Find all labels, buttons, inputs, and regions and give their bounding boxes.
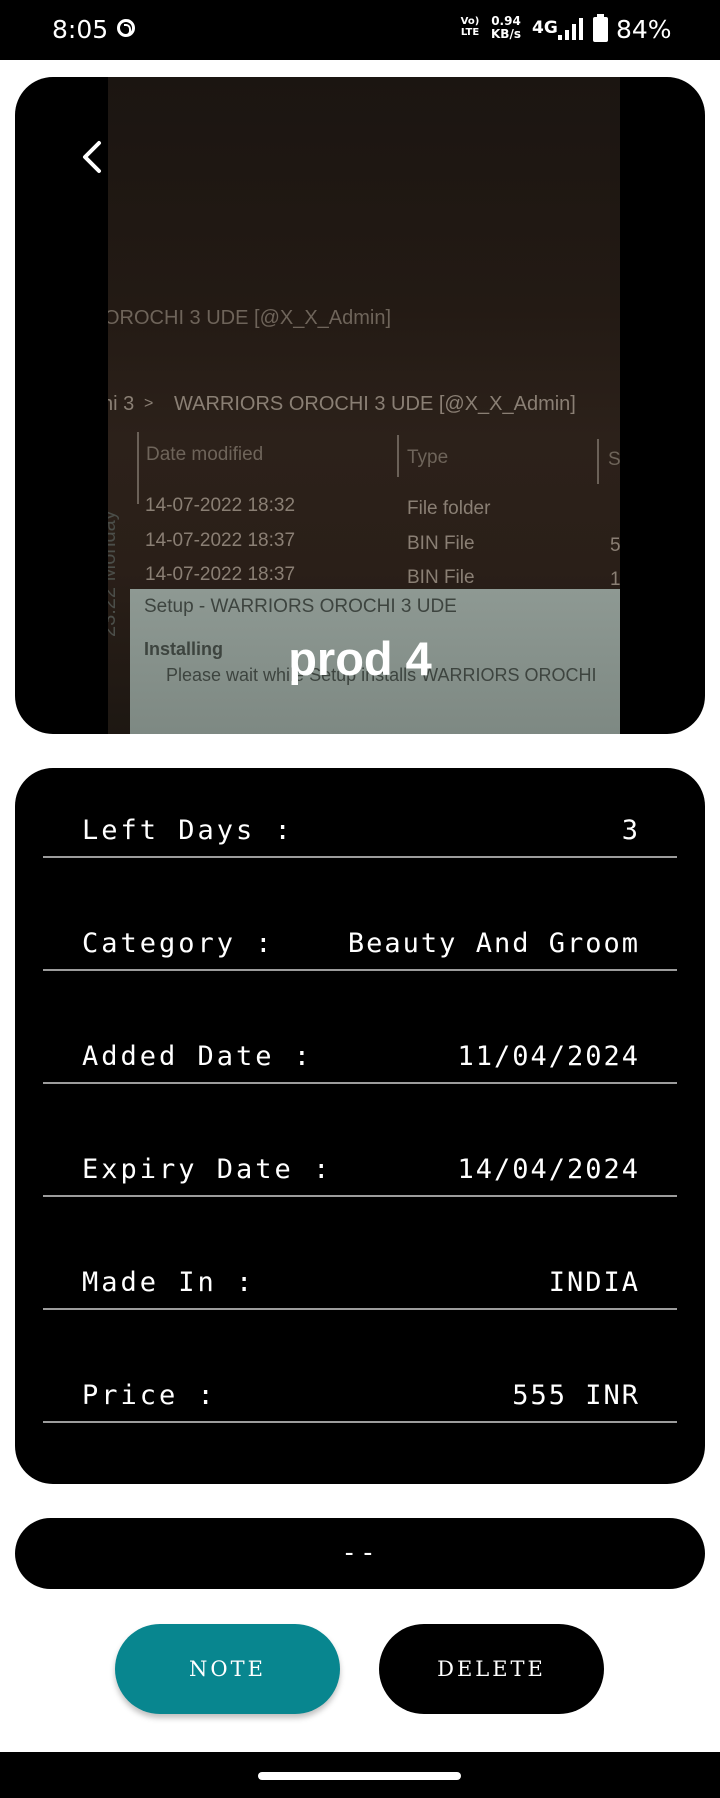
detail-row-expiry-date: Expiry Date : 14/04/2024 [43, 1107, 677, 1197]
detail-row-price: Price : 555 INR [43, 1333, 677, 1423]
detail-value: 555 INR [512, 1380, 640, 1411]
detail-value: 14/04/2024 [457, 1154, 640, 1185]
photo-breadcrumb-sep: > [144, 395, 154, 412]
photo-col-size: Siz [608, 449, 620, 470]
photo-row-date: 14-07-2022 18:37 [145, 564, 296, 585]
detail-value: INDIA [548, 1267, 640, 1298]
photo-row-type: BIN File [407, 533, 475, 554]
photo-breadcrumb-prefix: ni 3 [108, 393, 135, 415]
photo-column-divider [137, 432, 139, 504]
network-type: 4G [532, 18, 558, 38]
detail-label: Left Days : [82, 815, 294, 846]
detail-row-made-in: Made In : INDIA [43, 1220, 677, 1310]
detail-label: Added Date : [82, 1041, 314, 1072]
app-notification-icon [117, 19, 135, 37]
detail-row-left-days: Left Days : 3 [43, 768, 677, 858]
photo-col-date: Date modified [146, 444, 264, 465]
status-bar: 8:05 Vo) LTE 0.94 KB/s 4G 84% [0, 0, 720, 60]
product-title: prod 4 [288, 632, 432, 685]
navigation-bar [0, 1752, 720, 1798]
detail-label: Category : [82, 928, 275, 959]
battery-icon [593, 14, 608, 42]
photo-breadcrumb-folder: WARRIORS OROCHI 3 UDE [@X_X_Admin] [174, 393, 576, 415]
detail-label: Made In : [82, 1267, 256, 1298]
detail-label: Price : [82, 1380, 217, 1411]
photo-row-date: 14-07-2022 18:37 [145, 530, 296, 551]
photo-vertical-text: 23:22 Monday [108, 510, 120, 637]
photo-row-size: 18 [610, 569, 620, 590]
photo-window-title: OROCHI 3 UDE [@X_X_Admin] [108, 307, 392, 329]
photo-row-type: File folder [407, 498, 491, 519]
battery-percent: 84% [616, 15, 672, 44]
status-time: 8:05 [52, 15, 109, 44]
back-arrow-icon[interactable] [73, 137, 113, 177]
product-image-card: OROCHI 3 UDE [@X_X_Admin] ni 3 > WARRIOR… [15, 77, 705, 734]
photo-col-type: Type [407, 447, 449, 468]
photo-dialog-title: Setup - WARRIORS OROCHI 3 UDE [144, 596, 457, 617]
home-gesture-handle[interactable] [258, 1772, 461, 1780]
detail-label: Expiry Date : [82, 1154, 333, 1185]
photo-row-type: BIN File [407, 567, 475, 588]
network-speed: 0.94 KB/s [491, 14, 521, 41]
photo-column-divider [397, 435, 399, 477]
detail-value: 11/04/2024 [457, 1041, 640, 1072]
product-details-card: Left Days : 3 Category : Beauty And Groo… [15, 768, 705, 1484]
detail-value: Beauty And Groom [347, 928, 640, 959]
signal-icon [558, 18, 584, 40]
detail-row-category: Category : Beauty And Groom [43, 881, 677, 971]
note-button[interactable]: NOTE [115, 1624, 340, 1714]
photo-row-size: 58, [610, 535, 620, 556]
photo-column-divider [597, 439, 599, 484]
detail-row-added-date: Added Date : 11/04/2024 [43, 994, 677, 1084]
note-display[interactable]: -- [15, 1518, 705, 1589]
delete-button[interactable]: DELETE [379, 1624, 604, 1714]
volte-icon: Vo) LTE [460, 16, 480, 38]
photo-row-date: 14-07-2022 18:32 [145, 495, 296, 516]
detail-value: 3 [621, 815, 640, 846]
